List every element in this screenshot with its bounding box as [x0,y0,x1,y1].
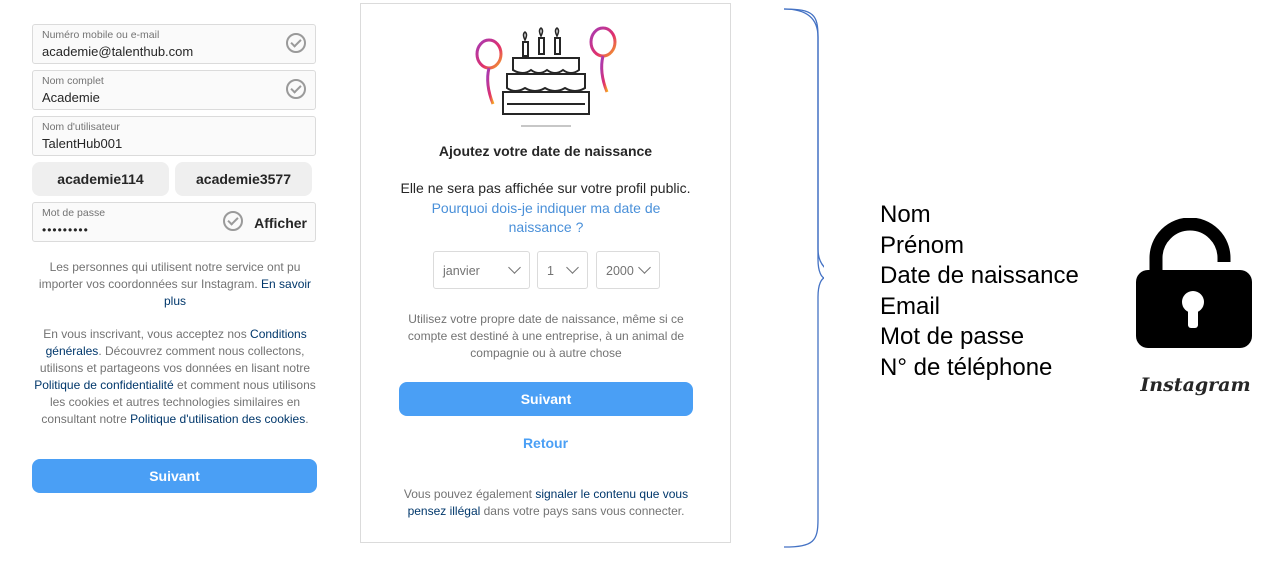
chevron-down-icon [566,261,579,274]
why-birthday-link[interactable]: Pourquoi dois-je indiquer ma date de nai… [416,199,676,237]
terms-text-1: En vous inscrivant, vous acceptez nos [43,327,247,341]
month-select[interactable]: janvier [433,251,530,289]
back-link[interactable]: Retour [361,435,730,451]
birthday-note: Utilisez votre propre date de naissance,… [407,312,685,360]
year-select[interactable]: 2000 [596,251,660,289]
full-name-field[interactable]: Nom complet Academie [32,70,316,110]
day-select[interactable]: 1 [537,251,588,289]
terms-notice: En vous inscrivant, vous acceptez nos Co… [32,326,318,428]
email-field[interactable]: Numéro mobile ou e-mail academie@talenth… [32,24,316,64]
data-item-mot-de-passe: Mot de passe [880,323,1025,351]
day-value: 1 [547,264,554,278]
username-suggestion-1[interactable]: academie114 [32,162,169,196]
birthday-card: Ajoutez votre date de naissance Elle ne … [360,3,731,543]
data-item-telephone: N° de téléphone [880,353,1053,381]
full-name-value: Academie [42,90,100,105]
signup-next-button[interactable]: Suivant [32,459,317,493]
report-text-1: Vous pouvez également [403,487,532,501]
email-field-label: Numéro mobile ou e-mail [42,29,160,41]
curly-brace [783,8,824,548]
instagram-wordmark: Instagram [1140,374,1251,396]
contacts-import-notice: Les personnes qui utilisent notre servic… [32,259,318,310]
chevron-down-icon [508,261,521,274]
show-password-toggle[interactable]: Afficher [254,215,307,231]
terms-text-4: . [305,412,309,426]
birthday-next-button[interactable]: Suivant [399,382,693,416]
privacy-policy-link[interactable]: Politique de confidentialité [34,378,173,392]
collected-data-list: Nom Prénom Date de naissance Email Mot d… [880,200,1079,384]
password-label: Mot de passe [42,207,106,219]
data-item-prenom: Prénom [880,231,965,259]
unlocked-padlock-icon [1136,218,1252,348]
username-suggestion-2[interactable]: academie3577 [175,162,312,196]
chevron-down-icon [638,261,651,274]
report-text-2: dans votre pays sans vous connecter. [483,504,685,518]
valid-check-icon [286,33,306,53]
valid-check-icon [223,211,243,231]
report-notice: Vous pouvez également signaler le conten… [391,486,701,520]
username-field[interactable]: Nom d'utilisateur TalentHub001 [32,116,316,156]
birthday-title: Ajoutez votre date de naissance [438,143,653,159]
full-name-label: Nom complet [42,75,104,87]
data-item-date-naissance: Date de naissance [880,262,1079,290]
cookie-policy-link[interactable]: Politique d'utilisation des cookies [130,412,305,426]
email-field-value: academie@talenthub.com [42,44,194,59]
birthday-subtitle: Elle ne sera pas affichée sur votre prof… [400,180,691,196]
data-item-email: Email [880,292,941,320]
birthday-cake-icon [475,26,617,127]
data-item-nom: Nom [880,201,931,228]
username-value: TalentHub001 [42,136,123,151]
username-label: Nom d'utilisateur [42,121,120,133]
month-value: janvier [443,264,480,278]
password-field[interactable]: Mot de passe ••••••••• Afficher [32,202,316,242]
year-value: 2000 [606,264,634,278]
valid-check-icon [286,79,306,99]
password-value: ••••••••• [42,223,89,237]
